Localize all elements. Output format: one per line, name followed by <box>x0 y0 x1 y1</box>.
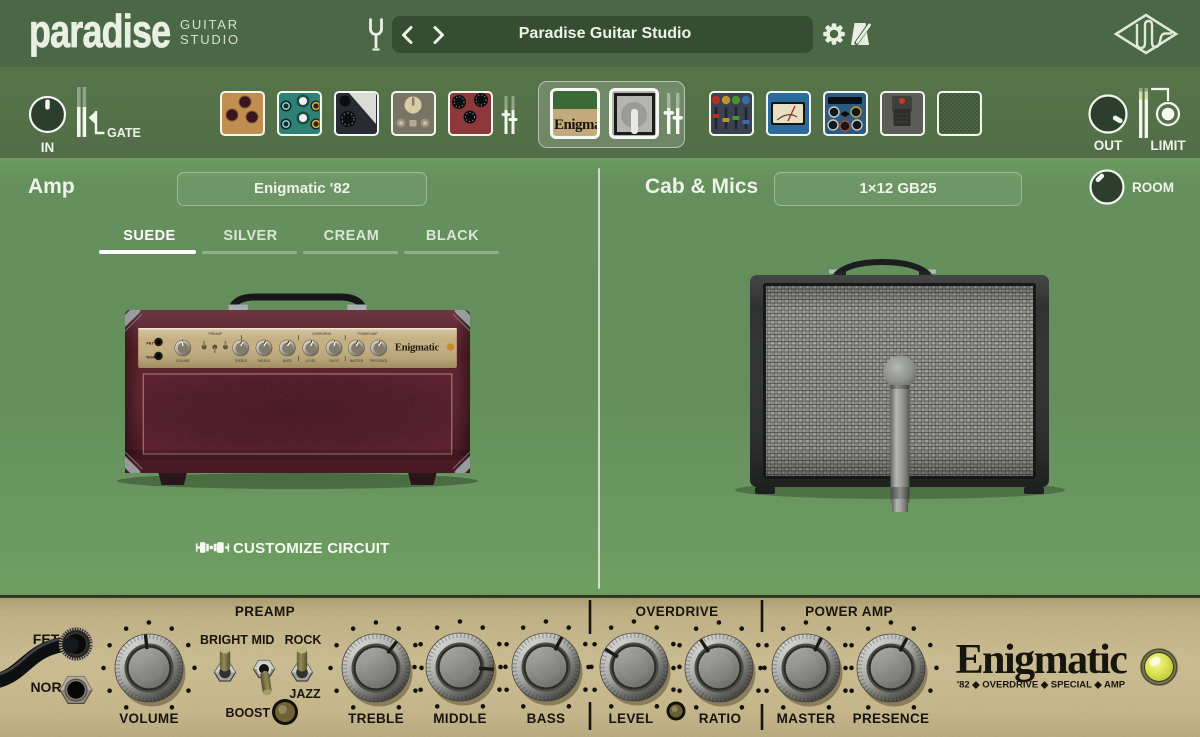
svg-text:IN: IN <box>41 140 55 155</box>
svg-text:LIMIT: LIMIT <box>1150 138 1186 153</box>
svg-text:PRESENCE: PRESENCE <box>853 711 930 726</box>
svg-text:OVERDRIVE: OVERDRIVE <box>635 604 718 619</box>
svg-text:BRIGHT: BRIGHT <box>200 633 248 647</box>
svg-text:TREBLE: TREBLE <box>234 359 247 363</box>
svg-text:POWER AMP: POWER AMP <box>358 332 378 336</box>
svg-text:NOR: NOR <box>146 355 155 360</box>
svg-text:PRESENCE: PRESENCE <box>370 359 389 363</box>
svg-text:JAZZ: JAZZ <box>289 687 321 701</box>
svg-text:RATIO: RATIO <box>329 359 339 363</box>
svg-text:Enigmatic: Enigmatic <box>395 343 440 354</box>
svg-text:OVERDRIVE: OVERDRIVE <box>312 332 332 336</box>
svg-text:MASTER: MASTER <box>777 711 836 726</box>
svg-text:TREBLE: TREBLE <box>348 711 404 726</box>
svg-text:BASS: BASS <box>527 711 566 726</box>
svg-text:RATIO: RATIO <box>699 711 742 726</box>
svg-text:PREAMP: PREAMP <box>208 332 222 336</box>
svg-text:NOR: NOR <box>30 679 61 695</box>
svg-text:BOOST: BOOST <box>226 706 271 720</box>
svg-text:GATE: GATE <box>107 126 141 140</box>
svg-text:LEVEL: LEVEL <box>306 359 316 363</box>
svg-text:ROCK: ROCK <box>285 633 322 647</box>
svg-text:MID: MID <box>252 633 275 647</box>
svg-text:MIDDLE: MIDDLE <box>258 359 271 363</box>
svg-text:MIDDLE: MIDDLE <box>433 711 487 726</box>
svg-text:'82 ◆ OVERDRIVE ◆ SPECIAL ◆ AM: '82 ◆ OVERDRIVE ◆ SPECIAL ◆ AMP <box>957 680 1126 691</box>
svg-text:MASTER: MASTER <box>350 359 364 363</box>
svg-text:OUT: OUT <box>1094 138 1123 153</box>
svg-text:Enigmatic: Enigmatic <box>956 637 1128 683</box>
svg-text:LEVEL: LEVEL <box>608 711 653 726</box>
svg-text:VOLUME: VOLUME <box>176 359 191 363</box>
svg-text:FET: FET <box>146 341 154 346</box>
svg-text:VOLUME: VOLUME <box>119 711 179 726</box>
svg-text:ROOM: ROOM <box>1132 180 1174 195</box>
svg-text:PREAMP: PREAMP <box>235 604 295 619</box>
svg-text:POWER AMP: POWER AMP <box>805 604 893 619</box>
svg-text:BASS: BASS <box>283 359 292 363</box>
